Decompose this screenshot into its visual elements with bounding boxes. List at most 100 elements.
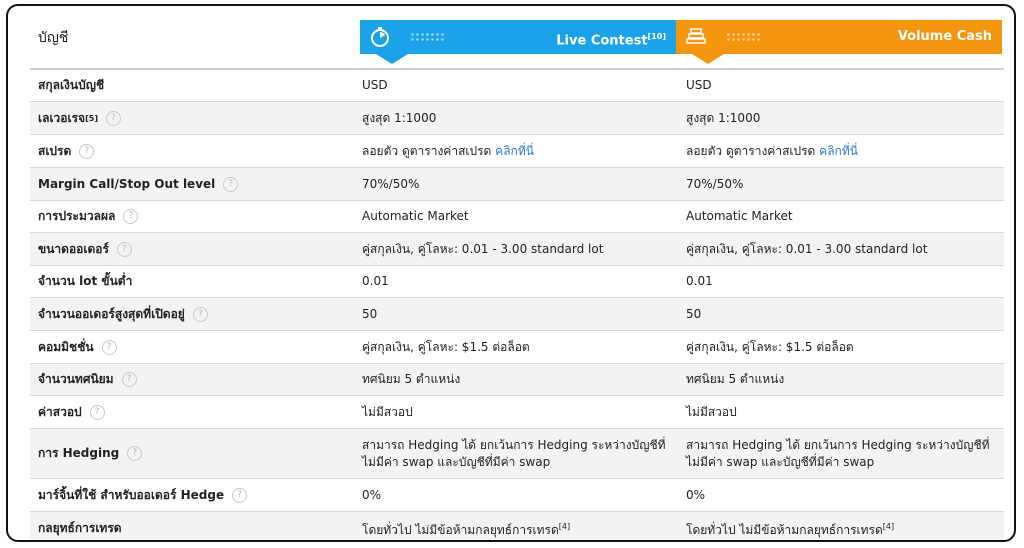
live-contest-footnote[interactable]: [10] <box>648 32 666 41</box>
row-label: ขนาดออเดอร์? <box>30 240 352 259</box>
row-label: สเปรด? <box>30 142 352 161</box>
vol-value: สูงสุด 1:1000 <box>686 110 761 125</box>
footnote-ref[interactable]: [5] <box>85 114 98 123</box>
live-contest-cell: สามารถ Hedging ได้ ยกเว้นการ Hedging ระห… <box>352 437 676 471</box>
live-value: Automatic Market <box>362 209 469 223</box>
live-value: USD <box>362 78 388 92</box>
account-comparison-table: บัญชี Live Contest[10] Volume Cash สกุลเ… <box>30 16 1004 540</box>
row-label: คอมมิชชั่น? <box>30 338 352 357</box>
live-value: 50 <box>362 306 378 321</box>
vol-value: ทศนิยม 5 ตำแหน่ง <box>686 372 785 386</box>
volume-cash-cell: ทศนิยม 5 ตำแหน่ง <box>676 371 1004 388</box>
stopwatch-icon <box>371 27 389 47</box>
live-contest-cell: ทศนิยม 5 ตำแหน่ง <box>352 371 676 388</box>
table-row: การ Hedging? สามารถ Hedging ได้ ยกเว้นการ… <box>30 429 1004 479</box>
row-label-text: กลยุทธ์การเทรด <box>38 520 122 535</box>
volume-cash-cell: คู่สกุลเงิน, คู่โลหะ: $1.5 ต่อล็อต <box>676 339 1004 356</box>
table-row: จำนวน lot ขั้นต่ำ 0.01 0.01 <box>30 266 1004 298</box>
help-icon[interactable]: ? <box>192 306 208 322</box>
live-value: สูงสุด 1:1000 <box>362 110 437 125</box>
volume-cash-cell: 70%/50% <box>676 176 1004 193</box>
live-value: ทศนิยม 5 ตำแหน่ง <box>362 372 461 386</box>
volume-cash-cell: ไม่มีสวอป <box>676 404 1004 421</box>
help-icon[interactable]: ? <box>232 487 248 503</box>
live-contest-cell: คู่สกุลเงิน, คู่โลหะ: $1.5 ต่อล็อต <box>352 339 676 356</box>
live-value: คู่สกุลเงิน, คู่โลหะ: 0.01 - 3.00 standa… <box>362 241 604 256</box>
live-contest-title: Live Contest <box>556 33 648 49</box>
row-label: จำนวนทศนิยม? <box>30 370 352 389</box>
vol-value: USD <box>686 78 712 92</box>
row-label: สกุลเงินบัญชี <box>30 76 352 95</box>
volume-cash-banner[interactable]: Volume Cash <box>676 20 1002 64</box>
table-row: การประมวลผล? Automatic Market Automatic Ma… <box>30 201 1004 233</box>
row-label: ค่าสวอป? <box>30 403 352 422</box>
live-contest-cell: 50 <box>352 306 676 323</box>
help-icon[interactable]: ? <box>79 143 95 159</box>
table-row: Margin Call/Stop Out level? 70%/50% 70%/50… <box>30 168 1004 201</box>
row-label-text: จำนวน lot ขั้นต่ำ <box>38 274 133 288</box>
cash-stack-icon <box>686 28 706 44</box>
live-contest-cell: ไม่มีสวอป <box>352 404 676 421</box>
row-label-text: จำนวนทศนิยม <box>38 372 114 386</box>
help-icon[interactable]: ? <box>105 110 121 126</box>
live-contest-cell: USD <box>352 77 676 94</box>
vol-value: คู่สกุลเงิน, คู่โลหะ: 0.01 - 3.00 standa… <box>686 241 928 256</box>
help-icon[interactable]: ? <box>121 372 137 387</box>
live-contest-cell: คู่สกุลเงิน, คู่โลหะ: 0.01 - 3.00 standa… <box>352 241 676 258</box>
vol-value: 50 <box>686 306 702 321</box>
row-label-text: การประมวลผล <box>38 209 116 223</box>
help-icon[interactable]: ? <box>123 209 139 224</box>
live-contest-banner[interactable]: Live Contest[10] <box>360 20 676 64</box>
table-row: ค่าสวอป? ไม่มีสวอป ไม่มีสวอป <box>30 396 1004 429</box>
live-value: โดยทั่วไป ไม่มีข้อห้ามกลยุทธ์การเทรด <box>362 522 559 537</box>
live-value: คู่สกุลเงิน, คู่โลหะ: $1.5 ต่อล็อต <box>362 339 530 354</box>
volume-cash-cell: USD <box>676 77 1004 94</box>
live-contest-cell: สูงสุด 1:1000 <box>352 110 676 127</box>
row-label: Margin Call/Stop Out level? <box>30 176 352 192</box>
window-frame: บัญชี Live Contest[10] Volume Cash สกุลเ… <box>6 4 1016 542</box>
table-row: เลเวอเรจ [5]? สูงสุด 1:1000 สูงสุด 1:1000 <box>30 102 1004 135</box>
vol-value: สามารถ Hedging ได้ ยกเว้นการ Hedging ระห… <box>686 437 990 469</box>
volume-cash-cell: คู่สกุลเงิน, คู่โลหะ: 0.01 - 3.00 standa… <box>676 241 1004 258</box>
volume-cash-cell: สามารถ Hedging ได้ ยกเว้นการ Hedging ระห… <box>676 437 1004 471</box>
table-row: คอมมิชชั่น? คู่สกุลเงิน, คู่โลหะ: $1.5 ต่… <box>30 331 1004 364</box>
row-label-text: ขนาดออเดอร์ <box>38 241 109 256</box>
footnote-ref[interactable]: [4] <box>559 522 570 531</box>
volume-cash-cell: Automatic Market <box>676 208 1004 225</box>
table-row: จำนวนออเดอร์สูงสุดที่เปิดอยู่? 50 50 <box>30 298 1004 331</box>
live-contest-cell: 70%/50% <box>352 176 676 193</box>
live-contest-cell: ลอยตัว ดูตารางค่าสเปรด คลิกที่นี่ <box>352 143 676 160</box>
volume-cash-cell: โดยทั่วไป ไม่มีข้อห้ามกลยุทธ์การเทรด[4] <box>676 518 1004 539</box>
volume-cash-cell: สูงสุด 1:1000 <box>676 110 1004 127</box>
help-icon[interactable]: ? <box>223 176 239 192</box>
volume-cash-title: Volume Cash <box>897 29 992 44</box>
row-label-text: สเปรด <box>38 143 72 158</box>
footnote-ref[interactable]: [4] <box>883 522 894 531</box>
help-icon[interactable]: ? <box>116 241 132 257</box>
row-label-text: การ Hedging <box>38 446 120 460</box>
live-contest-cell: โดยทั่วไป ไม่มีข้อห้ามกลยุทธ์การเทรด[4] <box>352 518 676 539</box>
help-icon[interactable]: ? <box>101 339 117 355</box>
live-contest-cell: 0.01 <box>352 273 676 290</box>
row-label: จำนวนออเดอร์สูงสุดที่เปิดอยู่? <box>30 305 352 324</box>
account-header-label: บัญชี <box>38 30 69 46</box>
row-label-text: มาร์จิ้นที่ใช้ สำหรับออเดอร์ Hedge <box>38 487 225 502</box>
spread-table-link[interactable]: คลิกที่นี่ <box>495 144 534 158</box>
vol-value: คู่สกุลเงิน, คู่โลหะ: $1.5 ต่อล็อต <box>686 339 854 354</box>
help-icon[interactable]: ? <box>127 446 143 461</box>
live-value: ไม่มีสวอป <box>362 404 413 419</box>
volume-cash-cell: 0% <box>676 487 1004 504</box>
live-value: 0% <box>362 487 382 502</box>
help-icon[interactable]: ? <box>89 404 105 420</box>
row-label: การประมวลผล? <box>30 207 352 226</box>
live-value: ลอยตัว ดูตารางค่าสเปรด <box>362 143 496 158</box>
table-body: สกุลเงินบัญชี USD USD เลเวอเรจ [5]? สูงสุด 1:… <box>30 70 1004 540</box>
row-label: การ Hedging? <box>30 444 352 463</box>
table-row: สเปรด? ลอยตัว ดูตารางค่าสเปรด คลิกที่นี่ล… <box>30 135 1004 168</box>
spread-table-link[interactable]: คลิกที่นี่ <box>819 144 858 158</box>
table-row: จำนวนทศนิยม? ทศนิยม 5 ตำแหน่ง ทศนิยม 5 ตำแ… <box>30 364 1004 396</box>
row-label-text: คอมมิชชั่น <box>38 339 94 354</box>
row-label-text: ค่าสวอป <box>38 404 82 419</box>
volume-cash-cell: 50 <box>676 306 1004 323</box>
volume-cash-cell: 0.01 <box>676 273 1004 290</box>
